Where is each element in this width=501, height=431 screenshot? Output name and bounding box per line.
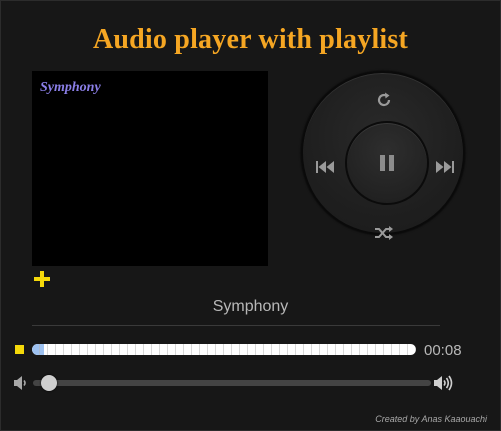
volume-slider[interactable] bbox=[33, 375, 431, 391]
previous-icon bbox=[316, 161, 334, 173]
control-wheel bbox=[301, 71, 465, 240]
stop-button[interactable] bbox=[15, 345, 24, 354]
volume-high-icon bbox=[434, 375, 453, 391]
album-art-label: Symphony bbox=[40, 80, 101, 95]
volume-low-icon bbox=[14, 376, 26, 390]
track-name: Symphony bbox=[212, 298, 289, 315]
max-volume-button[interactable] bbox=[433, 375, 455, 396]
elapsed-time: 00:08 bbox=[424, 342, 462, 359]
progress-bar[interactable] bbox=[32, 344, 416, 355]
volume-knob[interactable] bbox=[40, 375, 57, 391]
credit-text: Created by Anas Kaaouachi bbox=[375, 414, 487, 424]
page-title: Audio player with playlist bbox=[92, 24, 409, 55]
previous-button[interactable] bbox=[315, 160, 335, 179]
mute-button[interactable] bbox=[13, 375, 29, 396]
next-button[interactable] bbox=[435, 160, 455, 179]
pause-icon bbox=[380, 155, 394, 171]
shuffle-icon bbox=[375, 226, 393, 240]
pause-button[interactable] bbox=[345, 121, 429, 205]
divider bbox=[32, 325, 440, 326]
progress-ticks bbox=[32, 344, 416, 355]
plus-icon bbox=[34, 271, 50, 287]
next-icon bbox=[436, 161, 454, 173]
album-art: Symphony bbox=[32, 71, 268, 266]
repeat-icon bbox=[377, 92, 391, 107]
shuffle-button[interactable] bbox=[374, 225, 394, 246]
repeat-button[interactable] bbox=[375, 91, 393, 114]
add-to-playlist-button[interactable] bbox=[33, 270, 51, 288]
